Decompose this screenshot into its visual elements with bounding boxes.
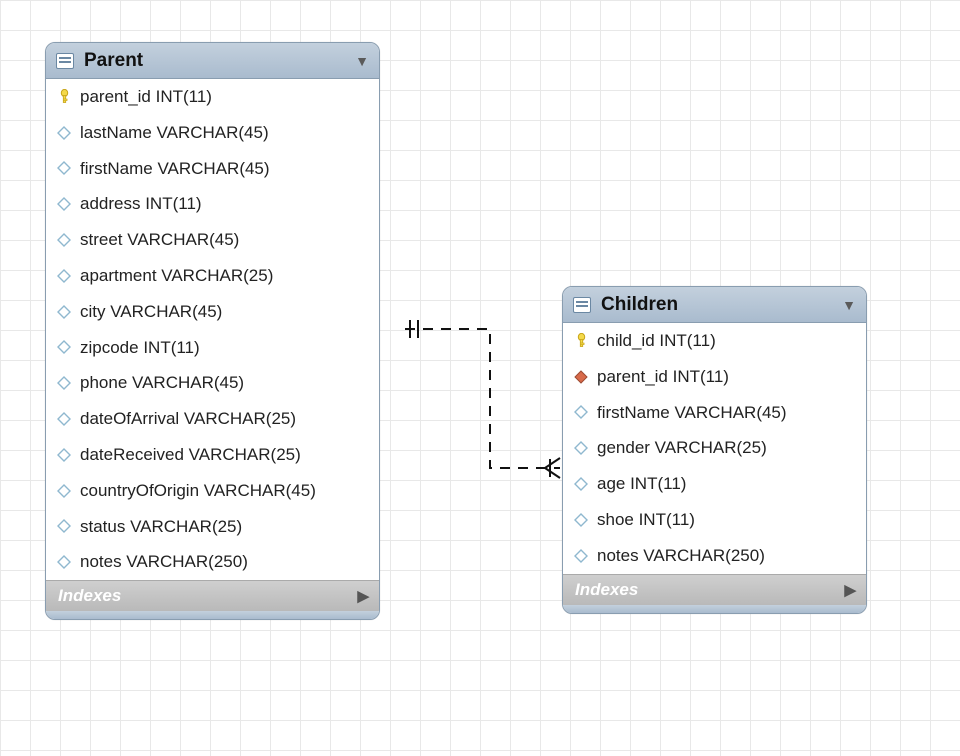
- column-row[interactable]: dateReceived VARCHAR(25): [46, 437, 379, 473]
- foreign-key-icon: [573, 369, 589, 385]
- column-definition: age INT(11): [597, 472, 686, 496]
- column-icon: [56, 196, 72, 212]
- column-definition: notes VARCHAR(250): [597, 544, 765, 568]
- indexes-section[interactable]: Indexes ▶: [563, 574, 866, 605]
- indexes-section[interactable]: Indexes ▶: [46, 580, 379, 611]
- column-row[interactable]: shoe INT(11): [563, 502, 866, 538]
- column-icon: [573, 512, 589, 528]
- table-header[interactable]: Children ▼: [563, 287, 866, 323]
- column-definition: dateOfArrival VARCHAR(25): [80, 407, 296, 431]
- column-definition: street VARCHAR(45): [80, 228, 239, 252]
- column-row[interactable]: age INT(11): [563, 466, 866, 502]
- column-icon: [56, 518, 72, 534]
- column-row[interactable]: street VARCHAR(45): [46, 222, 379, 258]
- column-definition: parent_id INT(11): [597, 365, 729, 389]
- column-definition: zipcode INT(11): [80, 336, 200, 360]
- column-row[interactable]: address INT(11): [46, 186, 379, 222]
- column-definition: gender VARCHAR(25): [597, 436, 767, 460]
- chevron-right-icon[interactable]: ▶: [357, 587, 369, 605]
- column-definition: lastName VARCHAR(45): [80, 121, 269, 145]
- chevron-right-icon[interactable]: ▶: [844, 581, 856, 599]
- table-header[interactable]: Parent ▼: [46, 43, 379, 79]
- column-icon: [573, 404, 589, 420]
- column-definition: dateReceived VARCHAR(25): [80, 443, 301, 467]
- column-row[interactable]: status VARCHAR(25): [46, 509, 379, 545]
- column-row[interactable]: parent_id INT(11): [46, 79, 379, 115]
- column-icon: [56, 339, 72, 355]
- column-row[interactable]: notes VARCHAR(250): [563, 538, 866, 574]
- card-bottom-band: [46, 611, 379, 619]
- column-row[interactable]: child_id INT(11): [563, 323, 866, 359]
- column-icon: [56, 375, 72, 391]
- table-title: Parent: [84, 50, 355, 72]
- column-icon: [56, 304, 72, 320]
- column-row[interactable]: lastName VARCHAR(45): [46, 115, 379, 151]
- column-definition: phone VARCHAR(45): [80, 371, 244, 395]
- table-icon: [573, 297, 591, 313]
- chevron-down-icon[interactable]: ▼: [355, 53, 369, 69]
- card-bottom-band: [563, 605, 866, 613]
- column-definition: firstName VARCHAR(45): [80, 157, 270, 181]
- column-definition: countryOfOrigin VARCHAR(45): [80, 479, 316, 503]
- table-title: Children: [601, 294, 842, 316]
- column-icon: [56, 125, 72, 141]
- column-row[interactable]: dateOfArrival VARCHAR(25): [46, 401, 379, 437]
- column-definition: apartment VARCHAR(25): [80, 264, 273, 288]
- column-icon: [56, 232, 72, 248]
- column-icon: [56, 483, 72, 499]
- column-row[interactable]: phone VARCHAR(45): [46, 365, 379, 401]
- indexes-label: Indexes: [575, 580, 638, 600]
- primary-key-icon: [573, 333, 589, 349]
- column-icon: [56, 447, 72, 463]
- column-row[interactable]: gender VARCHAR(25): [563, 430, 866, 466]
- column-icon: [56, 160, 72, 176]
- chevron-down-icon[interactable]: ▼: [842, 297, 856, 313]
- column-row[interactable]: zipcode INT(11): [46, 330, 379, 366]
- indexes-label: Indexes: [58, 586, 121, 606]
- column-row[interactable]: notes VARCHAR(250): [46, 544, 379, 580]
- primary-key-icon: [56, 89, 72, 105]
- column-icon: [573, 476, 589, 492]
- column-row[interactable]: city VARCHAR(45): [46, 294, 379, 330]
- table-children[interactable]: Children ▼ child_id INT(11) parent_id INT…: [562, 286, 867, 614]
- column-definition: child_id INT(11): [597, 329, 716, 353]
- column-definition: shoe INT(11): [597, 508, 695, 532]
- column-row[interactable]: countryOfOrigin VARCHAR(45): [46, 473, 379, 509]
- column-icon: [573, 440, 589, 456]
- column-icon: [56, 554, 72, 570]
- column-row[interactable]: firstName VARCHAR(45): [563, 395, 866, 431]
- column-definition: city VARCHAR(45): [80, 300, 222, 324]
- column-row[interactable]: parent_id INT(11): [563, 359, 866, 395]
- table-icon: [56, 53, 74, 69]
- column-definition: firstName VARCHAR(45): [597, 401, 787, 425]
- column-row[interactable]: firstName VARCHAR(45): [46, 151, 379, 187]
- column-definition: parent_id INT(11): [80, 85, 212, 109]
- column-definition: address INT(11): [80, 192, 202, 216]
- column-icon: [56, 268, 72, 284]
- column-icon: [573, 548, 589, 564]
- column-row[interactable]: apartment VARCHAR(25): [46, 258, 379, 294]
- column-definition: notes VARCHAR(250): [80, 550, 248, 574]
- column-definition: status VARCHAR(25): [80, 515, 242, 539]
- column-icon: [56, 411, 72, 427]
- table-parent[interactable]: Parent ▼ parent_id INT(11) lastName VARCH…: [45, 42, 380, 620]
